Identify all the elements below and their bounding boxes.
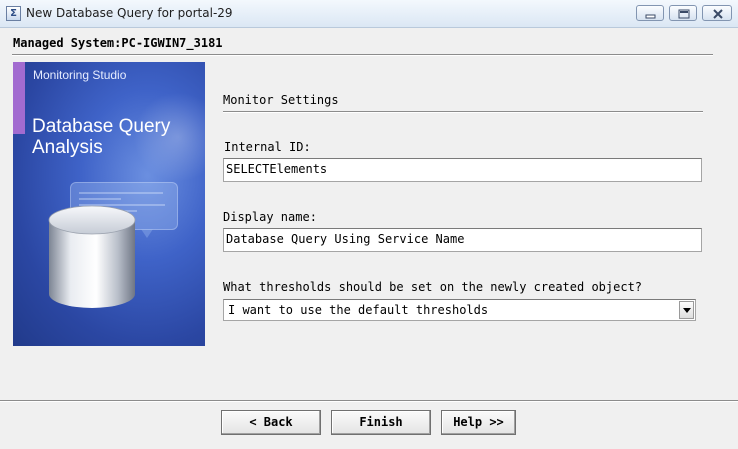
minimize-button[interactable] [636,5,664,21]
window-title: New Database Query for portal-29 [26,6,233,20]
section-divider [223,111,703,113]
banner-title: Database Query Analysis [32,116,171,158]
finish-button[interactable]: Finish [331,410,431,435]
database-cylinder-icon [48,205,136,308]
help-button[interactable]: Help >> [441,410,516,435]
thresholds-label: What thresholds should be set on the new… [223,280,643,294]
maximize-icon [678,9,690,19]
footer-divider [0,400,738,402]
internal-id-field[interactable]: SELECTElements [223,158,702,182]
app-icon: Σ [6,6,21,21]
internal-id-label: Internal ID: [224,140,311,154]
close-icon [713,9,723,19]
minimize-icon [645,14,656,19]
section-title: Monitor Settings [223,93,339,107]
close-button[interactable] [702,5,732,21]
header-divider [12,54,713,56]
thresholds-selected-value: I want to use the default thresholds [228,303,489,317]
dropdown-arrow-button[interactable] [679,301,694,319]
managed-system-label: Managed System:PC-IGWIN7_3181 [13,36,223,50]
speech-bubble-tail [141,229,153,238]
display-name-label: Display name: [223,210,317,224]
banner-brand: Monitoring Studio [33,68,127,82]
thresholds-dropdown[interactable]: I want to use the default thresholds [223,299,696,321]
back-button[interactable]: < Back [221,410,321,435]
banner-accent [13,62,25,134]
chevron-down-icon [683,308,691,313]
display-name-field[interactable]: Database Query Using Service Name [223,228,702,252]
maximize-button[interactable] [669,5,697,21]
title-bar: Σ New Database Query for portal-29 [0,0,738,28]
wizard-banner-image: Monitoring Studio Database Query Analysi… [13,62,205,346]
